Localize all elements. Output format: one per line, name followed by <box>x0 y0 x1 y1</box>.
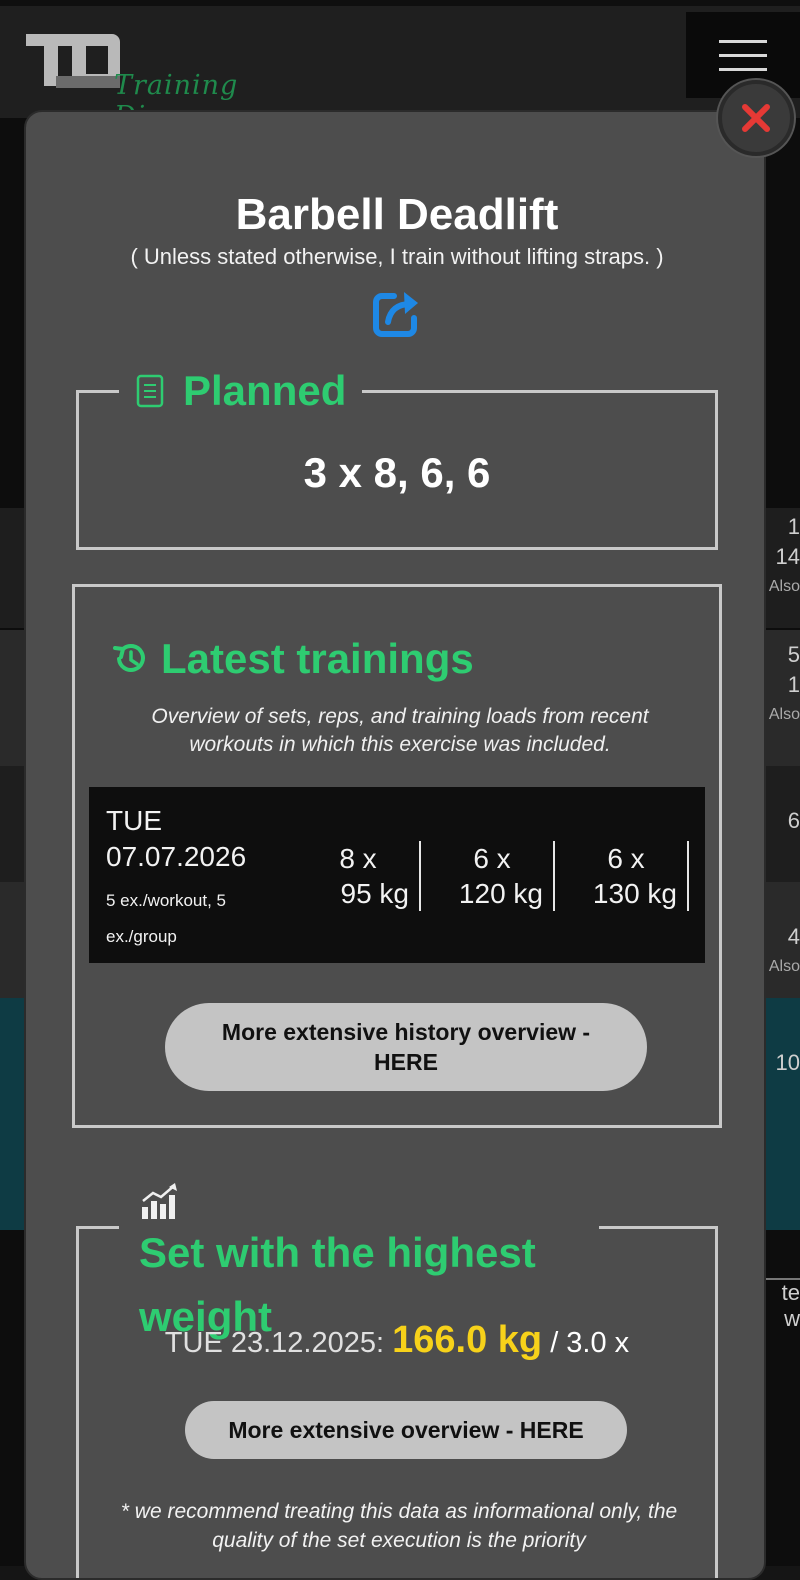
document-icon <box>136 374 164 408</box>
history-icon <box>113 643 145 672</box>
exercise-subtitle: ( Unless stated otherwise, I train witho… <box>130 244 664 269</box>
top-bar: Training Diary <box>0 0 800 132</box>
share-icon[interactable] <box>372 288 422 338</box>
history-overview-button[interactable]: More extensive history overview - HERE <box>165 1003 647 1091</box>
training-set: 6 x 120 kg <box>421 841 555 911</box>
highest-weight-date: TUE 23.12.2025: <box>164 1327 385 1359</box>
menu-icon <box>719 40 767 43</box>
chart-growth-icon <box>142 1183 177 1219</box>
training-set: 6 x 130 kg <box>555 841 689 911</box>
highest-weight-section: Set with the highest weight TUE 23.12.20… <box>76 1165 718 1578</box>
training-date: 07.07.2026 <box>106 841 247 872</box>
logo-mark <box>26 30 122 90</box>
exercise-title: Barbell Deadlift <box>235 190 559 239</box>
highest-weight-overview-button[interactable]: More extensive overview - HERE <box>185 1401 627 1459</box>
highest-weight-reps: / 3.0 x <box>550 1327 630 1359</box>
planned-section: Planned 3 x 8, 6, 6 <box>76 363 718 550</box>
latest-trainings-label: Latest trainings <box>161 635 474 682</box>
latest-trainings-description: Overview of sets, reps, and training loa… <box>151 705 649 756</box>
app-logo[interactable]: Training Diary <box>26 30 326 132</box>
training-meta: 5 ex./workout, 5 ex./group <box>106 891 227 946</box>
training-day: TUE <box>106 805 162 836</box>
planned-value: 3 x 8, 6, 6 <box>303 449 491 496</box>
latest-trainings-section: Latest trainings Overview of sets, reps,… <box>72 584 722 1128</box>
highest-weight-value: 166.0 kg <box>392 1319 543 1361</box>
highest-weight-summary: TUE 23.12.2025: 166.0 kg / 3.0 x <box>79 1319 715 1362</box>
exercise-detail-modal: Barbell Deadlift ( Unless stated otherwi… <box>24 110 766 1580</box>
training-entry[interactable]: TUE 07.07.2026 5 ex./workout, 5 ex./grou… <box>89 787 705 963</box>
close-icon <box>742 104 770 132</box>
data-disclaimer-note: * we recommend treating this data as inf… <box>120 1500 678 1552</box>
planned-label: Planned <box>183 367 347 414</box>
training-set: 8 x 95 kg <box>287 841 421 911</box>
close-modal-button[interactable] <box>718 80 794 156</box>
